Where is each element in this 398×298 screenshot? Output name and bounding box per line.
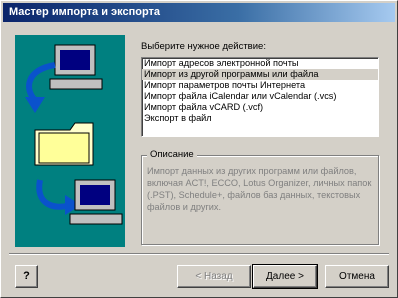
action-listbox[interactable]: Импорт адресов электронной почты Импорт … (141, 57, 379, 137)
footer-separator (9, 253, 389, 255)
import-export-wizard-window: Мастер импорта и экспорта Выберите нужно… (0, 0, 398, 298)
help-button[interactable]: ? (15, 265, 38, 288)
description-title: Описание (147, 149, 197, 160)
title-bar[interactable]: Мастер импорта и экспорта (3, 3, 395, 22)
action-item-import-internet[interactable]: Импорт параметров почты Интернета (142, 80, 378, 91)
action-item-import-vcard[interactable]: Импорт файла vCARD (.vcf) (142, 102, 378, 113)
action-prompt-label: Выберите нужное действие: (141, 41, 266, 52)
computer-bottom-icon (69, 179, 123, 225)
folder-icon (34, 122, 94, 166)
action-item-export[interactable]: Экспорт в файл (142, 113, 378, 124)
action-item-import-other[interactable]: Импорт из другой программы или файла (142, 69, 378, 80)
window-title: Мастер импорта и экспорта (9, 6, 161, 18)
back-button[interactable]: < Назад (177, 265, 251, 288)
action-item-import-calendar[interactable]: Импорт файла iCalendar или vCalendar (.v… (142, 91, 378, 102)
description-text: Импорт данных из других программ или фай… (147, 166, 372, 212)
computer-top-icon (49, 44, 103, 90)
cancel-button[interactable]: Отмена (325, 265, 389, 288)
wizard-illustration (15, 35, 125, 247)
next-button[interactable]: Далее > (252, 264, 318, 289)
action-item-import-email[interactable]: Импорт адресов электронной почты (142, 58, 378, 69)
